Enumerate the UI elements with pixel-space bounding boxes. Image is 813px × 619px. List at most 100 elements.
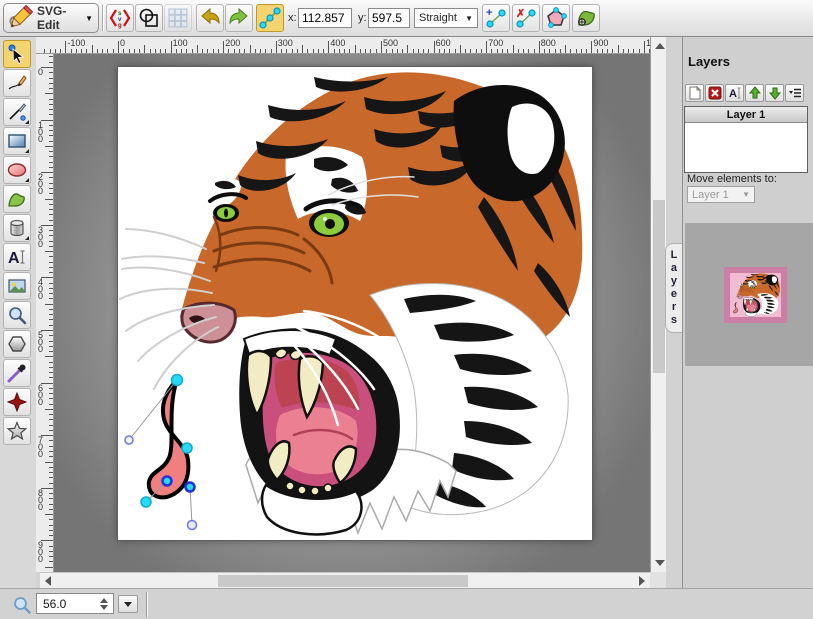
move-elements-select[interactable]: Layer 1 ▼ — [687, 186, 755, 203]
text-tool-button[interactable]: A — [3, 243, 31, 271]
add-subpath-button[interactable] — [572, 4, 600, 32]
ruler-tick — [491, 49, 492, 53]
rename-layer-button[interactable]: A — [725, 84, 744, 102]
move-layer-down-button[interactable] — [765, 84, 784, 102]
pencil-tool-button[interactable] — [3, 69, 31, 97]
shape-library-button[interactable] — [3, 214, 31, 242]
main-menu-button[interactable]: SVG-Edit ▼ — [3, 3, 99, 33]
path-node[interactable] — [172, 375, 183, 386]
scroll-left-arrow[interactable] — [45, 576, 51, 586]
scroll-right-arrow[interactable] — [639, 576, 645, 586]
ruler-tick — [71, 49, 72, 53]
path-tool-button[interactable] — [3, 185, 31, 213]
svg-canvas[interactable] — [118, 67, 592, 540]
ruler-tick — [49, 393, 53, 394]
undo-button[interactable] — [196, 4, 224, 32]
rectangle-tool-button[interactable] — [3, 127, 31, 155]
rename-layer-icon: A — [728, 86, 742, 100]
segment-type-select[interactable]: Straight ▼ — [414, 8, 478, 28]
redo-button[interactable] — [225, 4, 253, 32]
layer-list-body[interactable] — [685, 123, 807, 172]
chevron-down-icon: ▼ — [742, 190, 750, 199]
vertical-scroll-thumb[interactable] — [653, 200, 665, 373]
new-layer-button[interactable] — [685, 84, 704, 102]
star-tool-button[interactable] — [3, 417, 31, 445]
zoom-spinner[interactable] — [98, 596, 110, 612]
ellipse-tool-button[interactable] — [3, 156, 31, 184]
zoom-level-input[interactable]: 56.0 — [36, 593, 114, 614]
source-code-button[interactable]: s v g — [106, 4, 134, 32]
ruler-tick — [570, 49, 571, 53]
spinner-up-icon[interactable] — [100, 598, 108, 603]
control-point-handle[interactable] — [125, 436, 133, 444]
ruler-tick — [597, 49, 598, 53]
ruler-tick — [65, 41, 66, 53]
ruler-tick — [418, 49, 419, 53]
ruler-tick — [49, 341, 53, 342]
layer-row-layer1[interactable]: Layer 1 — [685, 107, 807, 123]
x-coordinate-input[interactable] — [298, 8, 352, 28]
line-tool-button[interactable] — [3, 98, 31, 126]
ruler-tick — [497, 49, 498, 53]
line-tool-icon — [7, 102, 27, 122]
spinner-down-icon[interactable] — [100, 605, 108, 610]
layers-panel-toggle-tab[interactable]: L a y e r s — [665, 243, 682, 333]
shape-tool-button[interactable] — [3, 388, 31, 416]
ruler-label: 600 — [436, 38, 451, 48]
layer-options-button[interactable] — [785, 84, 804, 102]
path-node-selected[interactable] — [186, 483, 195, 492]
zoom-level-value: 56.0 — [43, 597, 66, 611]
polygon-tool-button[interactable] — [3, 330, 31, 358]
control-point-handle[interactable] — [188, 521, 197, 530]
flyout-arrow-icon — [25, 236, 29, 240]
ruler-tick — [49, 362, 53, 363]
path-node[interactable] — [182, 443, 192, 453]
zoom-tool-button[interactable] — [3, 301, 31, 329]
delete-node-button[interactable]: ✗ — [512, 4, 540, 32]
path-node-selected[interactable] — [163, 477, 172, 486]
move-layer-up-button[interactable] — [745, 84, 764, 102]
horizontal-scrollbar[interactable] — [40, 572, 650, 588]
pencil-tool-icon — [7, 73, 27, 93]
ruler-label: 0 — [38, 69, 43, 76]
zoom-tool-icon — [7, 305, 27, 325]
y-coordinate-input[interactable] — [368, 8, 410, 28]
delete-layer-button[interactable] — [705, 84, 724, 102]
ruler-tick — [113, 49, 114, 53]
add-node-button[interactable]: + — [482, 4, 510, 32]
select-tool-button[interactable] — [3, 40, 31, 68]
open-close-path-button[interactable] — [542, 4, 570, 32]
workspace[interactable] — [54, 54, 650, 572]
ruler-tick — [370, 49, 371, 53]
scroll-down-arrow[interactable] — [655, 560, 665, 566]
open-close-path-icon — [545, 7, 567, 29]
grid-button[interactable] — [164, 4, 192, 32]
ruler-tick — [97, 49, 98, 53]
ruler-tick — [534, 49, 535, 53]
image-tool-icon — [7, 276, 27, 296]
artwork-thumbnail[interactable] — [724, 267, 787, 323]
image-tool-button[interactable] — [3, 272, 31, 300]
ruler-tick — [44, 49, 45, 53]
path-edit-overlay[interactable] — [118, 67, 592, 540]
ruler-tick — [202, 49, 203, 53]
wireframe-button[interactable] — [135, 4, 163, 32]
node-edit-mode-button[interactable] — [256, 4, 284, 32]
ruler-tick — [528, 49, 529, 53]
path-node[interactable] — [141, 497, 151, 507]
ruler-tick — [434, 41, 435, 53]
zoom-presets-dropdown[interactable] — [118, 595, 138, 613]
ruler-tick — [49, 246, 53, 247]
tool-palette: A — [0, 37, 36, 588]
horizontal-scroll-thumb[interactable] — [218, 575, 468, 587]
ruler-tick — [465, 49, 466, 53]
ruler-tick — [260, 49, 261, 53]
eyedropper-tool-button[interactable] — [3, 359, 31, 387]
ruler-tick — [49, 325, 53, 326]
flyout-arrow-icon — [25, 178, 29, 182]
vertical-scrollbar[interactable] — [650, 37, 666, 572]
svg-text:g: g — [118, 23, 122, 29]
ruler-tick — [297, 49, 298, 53]
ruler-tick — [444, 49, 445, 53]
scroll-up-arrow[interactable] — [655, 43, 665, 49]
